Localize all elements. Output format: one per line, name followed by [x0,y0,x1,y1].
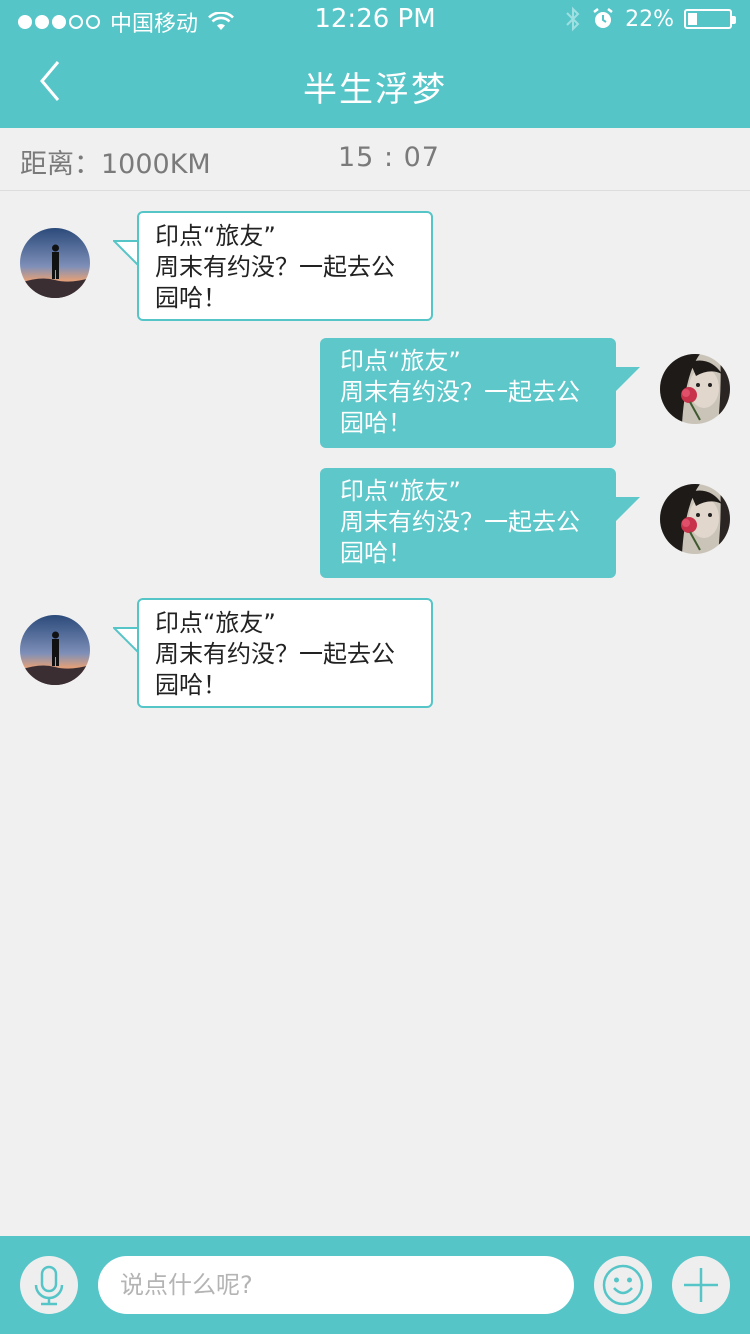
emoji-button[interactable] [594,1256,652,1314]
avatar-image [660,484,730,554]
header-bar: 中国移动 12:26 PM 22% 半生浮梦 [0,0,750,128]
info-bar: 距离：1000KM 15 : 07 [0,128,750,191]
avatar-self[interactable] [660,354,730,424]
avatar-image [20,615,90,685]
message-bubble[interactable]: 印点“旅友” 周末有约没？一起去公 园哈！ [137,598,433,708]
message-bubble[interactable]: 印点“旅友” 周末有约没？一起去公 园哈！ [137,211,433,321]
avatar-sender[interactable] [20,228,90,298]
message-bubble[interactable]: 印点“旅友” 周末有约没？一起去公 园哈！ [320,338,616,448]
microphone-icon [34,1265,64,1306]
plus-icon [684,1268,718,1302]
battery-percent: 22% [625,6,674,32]
page-title: 半生浮梦 [303,70,447,110]
message-line: 印点“旅友” [340,347,461,375]
input-bar [0,1236,750,1334]
alarm-icon [593,8,613,28]
bubble-tail [614,367,640,393]
timer-label: 15 : 07 [338,142,440,173]
avatar-sender[interactable] [20,615,90,685]
message-line: 印点“旅友” [155,222,276,250]
battery-level [688,13,697,25]
avatar-self[interactable] [660,484,730,554]
more-button[interactable] [672,1256,730,1314]
message-line: 周末有约没？一起去公 [340,508,580,536]
message-line: 周末有约没？一起去公 [155,640,395,668]
message-bubble[interactable]: 印点“旅友” 周末有约没？一起去公 园哈！ [320,468,616,578]
message-line: 园哈！ [155,284,227,312]
message-line: 印点“旅友” [155,609,276,637]
message-line: 园哈！ [340,409,412,437]
message-line: 园哈！ [340,539,412,567]
avatar-image [660,354,730,424]
distance-label: 距离：1000KM [20,149,211,180]
smiley-icon [602,1264,644,1306]
message-line: 园哈！ [155,671,227,699]
avatar-image [20,228,90,298]
message-line: 周末有约没？一起去公 [155,253,395,281]
message-input[interactable] [98,1256,574,1314]
battery-icon [684,9,736,29]
bubble-tail [614,497,640,523]
status-right: 22% [565,6,736,32]
bluetooth-icon [566,6,580,32]
message-line: 周末有约没？一起去公 [340,378,580,406]
voice-button[interactable] [20,1256,78,1314]
message-line: 印点“旅友” [340,477,461,505]
status-bar: 中国移动 12:26 PM 22% [0,0,750,40]
